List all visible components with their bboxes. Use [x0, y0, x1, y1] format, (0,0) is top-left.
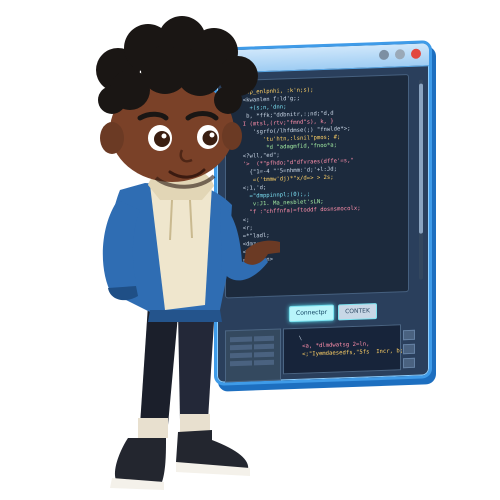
secondary-button[interactable]: CONTEK [338, 303, 377, 321]
connect-button[interactable]: Connectpr [289, 304, 335, 323]
editor-scrollbar[interactable] [419, 79, 423, 280]
scrollbar-thumb[interactable] [419, 83, 423, 234]
output-console[interactable]: \ <a, *dlmdwatsg 2=ln, <;"Iyemdaesedfs,"… [283, 324, 403, 375]
maximize-icon[interactable] [395, 49, 405, 60]
action-buttons: Connectpr CONTEK [289, 303, 377, 323]
developer-character [96, 16, 280, 490]
console-control[interactable] [403, 357, 415, 369]
console-control[interactable] [403, 343, 415, 355]
illustration: <?xhp_enlpnhi, :k'n;s); <kwanlen f:ld'g;… [0, 0, 500, 500]
close-icon[interactable] [411, 48, 421, 59]
console-control[interactable] [403, 329, 415, 341]
window-controls [379, 48, 421, 61]
minimize-icon[interactable] [379, 49, 389, 61]
